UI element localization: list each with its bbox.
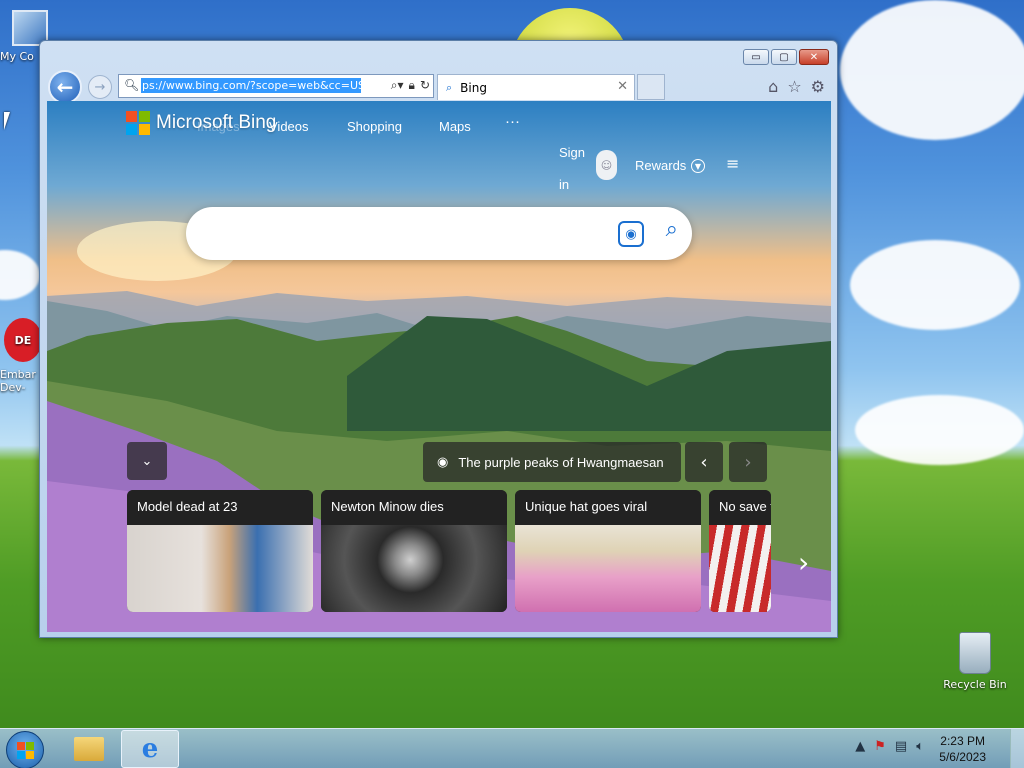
close-button[interactable]: ✕ [799,49,829,65]
news-card-title: Newton Minow dies [321,490,507,525]
show-hidden-icons-icon[interactable]: ▲ [855,739,865,754]
close-tab-icon[interactable]: ✕ [617,79,628,94]
desktop-icon-label: Recycle Bin [943,678,1007,691]
collapse-button[interactable]: ⌄ [127,442,167,480]
clock-date: 5/6/2023 [939,750,986,764]
desktop-icon-computer[interactable]: My Co [0,10,48,63]
search-icon: ⌕ [446,80,453,94]
microsoft-logo-icon [126,111,150,135]
chevron-right-icon[interactable]: › [798,546,809,579]
refresh-icon[interactable]: ↻ [420,78,430,93]
user-avatar-icon[interactable]: ☺ [596,150,617,180]
home-icon[interactable]: ⌂ [768,77,778,96]
previous-image-button[interactable]: ‹ [685,442,723,482]
address-tools: ⌕▾ 🔒︎ ↻ [391,78,430,93]
navigation-bar: ← → 🔍︎ ps://www.bing.com/?scope=web&cc=U… [48,69,831,104]
news-card-image [515,525,701,612]
internet-explorer-icon: e [141,734,159,764]
news-card[interactable]: Unique hat goes viral [515,490,701,612]
maximize-button[interactable]: ▢ [771,49,797,65]
nav-maps[interactable]: Maps [439,119,471,134]
clock-time: 2:23 PM [940,734,985,748]
menu-icon[interactable]: ≡ [726,154,739,173]
news-card-title: Model dead at 23 [127,490,313,525]
desktop-icon-embarcadero[interactable]: DE Embar Dev- [0,318,42,394]
address-url[interactable]: ps://www.bing.com/?scope=web&cc=US [141,78,361,93]
chevron-right-icon: › [744,451,752,473]
visual-search-icon[interactable]: ◉ [618,221,644,247]
rewards-icon[interactable]: ▼ [691,159,705,173]
desktop-icon-label: Embar Dev- [0,368,36,394]
arrow-right-icon: → [94,79,106,95]
mouse-cursor-icon [4,112,10,130]
image-caption-text: The purple peaks of Hwangmaesan [458,454,664,470]
volume-icon[interactable]: 🔈︎ [916,739,924,754]
start-button[interactable] [6,731,44,768]
new-tab-button[interactable] [637,74,665,100]
nav-videos[interactable]: Videos [269,119,309,134]
search-icon: 🔍︎ [124,78,140,92]
news-card-title: Unique hat goes viral [515,490,701,525]
favorites-star-icon[interactable]: ☆ [787,77,801,96]
nav-more[interactable]: ··· [505,113,520,130]
search-dropdown-icon[interactable]: ⌕▾ [391,78,404,93]
wallpaper-cloud [850,240,1020,330]
chevron-left-icon: ‹ [700,451,708,473]
wallpaper-cloud [840,0,1024,140]
browser-window: ▭ ▢ ✕ ← → 🔍︎ ps://www.bing.com/?scope=we… [39,40,838,638]
taskbar-internet-explorer[interactable]: e [121,730,179,768]
minimize-button[interactable]: ▭ [743,49,769,65]
desktop-icon-label: My Co [0,50,34,63]
search-input[interactable]: ◉ ⌕ [186,207,692,260]
news-card-image [127,525,313,612]
search-icon[interactable]: ⌕ [666,217,678,242]
arrow-left-icon: ← [56,75,74,99]
wallpaper-cloud [855,395,1024,465]
action-center-icon[interactable]: ⚑ [874,739,886,754]
next-image-button[interactable]: › [729,442,767,482]
news-card-image [709,525,771,612]
app-shortcut-icon: DE [4,318,42,362]
location-pin-icon: ◉ [437,454,449,469]
taskbar: e ▲ ⚑ ▤ 🔈︎ 2:23 PM 5/6/2023 [0,728,1024,768]
news-card[interactable]: No save t [709,490,771,612]
news-card[interactable]: Newton Minow dies [321,490,507,612]
news-card[interactable]: Model dead at 23 [127,490,313,612]
tab-title: Bing [460,80,487,95]
nav-shopping[interactable]: Shopping [347,119,402,134]
folder-icon [74,737,104,761]
sign-in-link[interactable]: Sign in [559,137,589,201]
system-tray: ▲ ⚑ ▤ 🔈︎ [855,739,924,754]
address-bar[interactable]: 🔍︎ ps://www.bing.com/?scope=web&cc=US ⌕▾… [118,74,434,98]
browser-tools: ⌂ ☆ ⚙ [768,77,825,96]
desktop-icon-recycle-bin[interactable]: Recycle Bin [940,632,1010,691]
network-icon[interactable]: ▤ [895,739,907,754]
news-card-image [321,525,507,612]
rewards-link[interactable]: Rewards [635,158,686,173]
caption-buttons: ▭ ▢ ✕ [743,49,829,65]
image-caption[interactable]: ◉ The purple peaks of Hwangmaesan [423,442,681,482]
lock-icon[interactable]: 🔒︎ [409,78,415,93]
show-desktop-button[interactable] [1010,729,1024,768]
nav-images[interactable]: Images [197,119,240,134]
forward-button[interactable]: → [88,75,112,99]
recycle-bin-icon [959,632,991,674]
chevron-down-icon: ⌄ [141,453,153,469]
windows-logo-icon [16,741,34,759]
taskbar-explorer[interactable] [60,730,118,768]
gear-icon[interactable]: ⚙ [811,77,825,96]
system-clock[interactable]: 2:23 PM 5/6/2023 [939,733,986,765]
news-card-title: No save t [709,490,771,525]
bing-page: Microsoft Bing Images Videos Shopping Ma… [47,101,831,632]
back-button[interactable]: ← [48,70,82,104]
tab-bing[interactable]: ⌕ Bing ✕ [437,74,635,100]
wallpaper-cloud [0,250,40,300]
